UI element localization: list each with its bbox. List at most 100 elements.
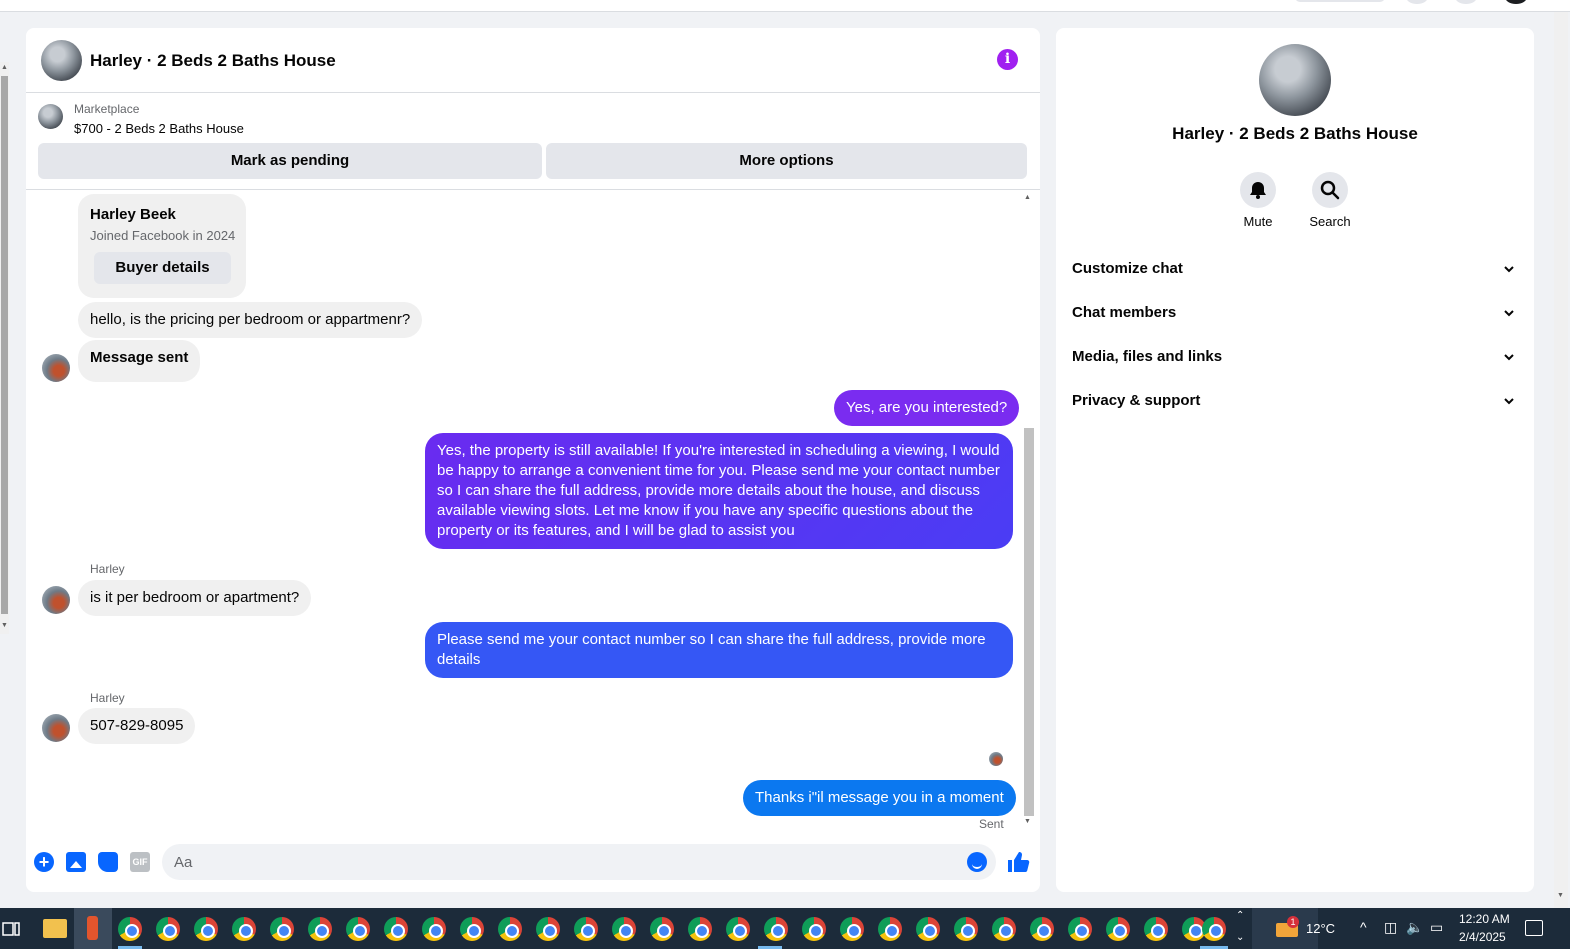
chrome-icon[interactable] [118, 917, 142, 941]
message-bubble-outgoing[interactable]: Please send me your contact number so I … [425, 622, 1013, 678]
chrome-icon[interactable] [232, 917, 256, 941]
chrome-icon[interactable] [1106, 917, 1130, 941]
file-explorer-icon[interactable] [43, 919, 67, 938]
listing-thumbnail[interactable] [38, 104, 63, 129]
listing-title[interactable]: $700 - 2 Beds 2 Baths House [74, 121, 244, 136]
buyer-details-button[interactable]: Buyer details [94, 252, 231, 284]
page-scrollbar-thumb[interactable] [1, 76, 8, 614]
chrome-icon[interactable] [498, 917, 522, 941]
clock-date[interactable]: 2/4/2025 [1459, 930, 1506, 944]
bell-icon[interactable] [1240, 172, 1276, 208]
accordion-privacy-support[interactable]: Privacy & support [1072, 386, 1518, 418]
chrome-icon[interactable] [574, 917, 598, 941]
message-bubble-outgoing[interactable]: Yes, the property is still available! If… [425, 433, 1013, 549]
emoji-icon[interactable] [967, 852, 987, 872]
chrome-icon[interactable] [688, 917, 712, 941]
mute-action[interactable]: Mute [1228, 172, 1288, 229]
chrome-icon[interactable] [270, 917, 294, 941]
message-bubble-incoming[interactable]: Message sent [78, 340, 201, 382]
mark-as-pending-button[interactable]: Mark as pending [38, 143, 542, 179]
message-input[interactable] [162, 844, 996, 880]
right-scrollbar[interactable]: ▼ [1554, 12, 1568, 908]
messages-scrollbar[interactable]: ▲ ▼ [1023, 194, 1035, 830]
taskbar-scroll-down-icon[interactable]: ⌄ [1236, 932, 1244, 943]
search-icon[interactable] [1312, 172, 1348, 208]
message-bubble-outgoing[interactable]: Yes, are you interested? [834, 390, 1020, 426]
photo-icon[interactable] [66, 852, 86, 872]
accordion-media-files-links[interactable]: Media, files and links [1072, 342, 1518, 374]
chrome-icon[interactable] [878, 917, 902, 941]
chrome-icon[interactable] [650, 917, 674, 941]
top-messenger-icon[interactable] [1455, 0, 1477, 4]
chrome-icon[interactable] [346, 917, 370, 941]
message-bubble-outgoing[interactable]: Thanks i"il message you in a moment [743, 780, 1016, 816]
buyer-name: Harley Beek [90, 206, 176, 223]
search-action[interactable]: Search [1300, 172, 1360, 229]
sent-status: Sent [979, 817, 1004, 831]
chrome-icon[interactable] [460, 917, 484, 941]
plus-icon[interactable]: + [34, 852, 54, 872]
app-icon [87, 916, 98, 940]
chrome-icon[interactable] [840, 917, 864, 941]
more-options-button[interactable]: More options [546, 143, 1027, 179]
taskbar: ⌃ ⌄ 1 12°C ^ ◫ 🔈 ▭ 12:20 AM 2/4/2025 [0, 908, 1570, 949]
chrome-icon[interactable] [802, 917, 826, 941]
task-view-icon[interactable] [2, 920, 20, 938]
scroll-down-icon[interactable]: ▼ [1, 622, 8, 630]
chrome-icon[interactable] [954, 917, 978, 941]
chrome-icon[interactable] [726, 917, 750, 941]
sender-avatar[interactable] [42, 714, 70, 742]
chrome-icon[interactable] [308, 917, 332, 941]
network-icon[interactable]: ▭ [1430, 919, 1443, 936]
chrome-icon[interactable] [1202, 917, 1226, 941]
seen-avatar [989, 752, 1003, 766]
accordion-customize-chat[interactable]: Customize chat [1072, 254, 1518, 286]
chrome-icon[interactable] [194, 917, 218, 941]
chrome-icon[interactable] [536, 917, 560, 941]
taskbar-scroll-up-icon[interactable]: ⌃ [1236, 910, 1244, 921]
marketplace-label: Marketplace [74, 102, 140, 116]
top-search-pill[interactable] [1295, 0, 1385, 2]
message-bubble-incoming[interactable]: 507-829-8095 [78, 708, 196, 744]
accordion-label: Chat members [1072, 304, 1177, 321]
top-profile-avatar[interactable] [1505, 0, 1527, 4]
top-menu-icon[interactable] [1406, 0, 1428, 4]
conversation-title[interactable]: Harley · 2 Beds 2 Baths House [90, 51, 336, 71]
accordion-chat-members[interactable]: Chat members [1072, 298, 1518, 330]
gif-icon[interactable]: GIF [130, 852, 150, 872]
messages-scrollbar-thumb[interactable] [1024, 428, 1034, 816]
page-scrollbar[interactable]: ▲ ▼ [0, 62, 9, 634]
chrome-icon[interactable] [992, 917, 1016, 941]
conversation-avatar[interactable] [41, 40, 82, 81]
meet-now-icon[interactable]: ◫ [1384, 919, 1397, 936]
scroll-up-icon[interactable]: ▲ [1024, 194, 1031, 201]
chrome-icon[interactable] [612, 917, 636, 941]
tray-chevron-icon[interactable]: ^ [1360, 919, 1367, 935]
scroll-down-icon[interactable]: ▼ [1024, 818, 1031, 825]
chrome-icon[interactable] [1068, 917, 1092, 941]
active-app-tile[interactable] [74, 908, 112, 949]
notification-icon[interactable] [1525, 920, 1543, 936]
scroll-down-icon[interactable]: ▼ [1557, 892, 1564, 899]
thumbs-up-icon[interactable] [1006, 850, 1030, 874]
message-bubble-incoming[interactable]: hello, is the pricing per bedroom or app… [78, 302, 423, 338]
scroll-up-icon[interactable]: ▲ [1, 64, 8, 72]
info-icon[interactable]: i [997, 49, 1018, 70]
chrome-icon[interactable] [916, 917, 940, 941]
chrome-icon[interactable] [1144, 917, 1168, 941]
message-list[interactable]: Harley Beek Joined Facebook in 2024 Buye… [26, 190, 1040, 832]
volume-icon[interactable]: 🔈 [1406, 919, 1423, 936]
accordion-label: Customize chat [1072, 260, 1183, 277]
chrome-icon[interactable] [156, 917, 180, 941]
chrome-icon[interactable] [422, 917, 446, 941]
sender-avatar[interactable] [42, 354, 70, 382]
message-bubble-incoming[interactable]: is it per bedroom or apartment? [78, 580, 312, 616]
chrome-icon[interactable] [384, 917, 408, 941]
clock-time[interactable]: 12:20 AM [1459, 912, 1510, 926]
info-avatar[interactable] [1259, 44, 1331, 116]
chevron-down-icon [1504, 354, 1514, 361]
chrome-icon[interactable] [1030, 917, 1054, 941]
chrome-icon[interactable] [764, 917, 788, 941]
sticker-icon[interactable] [98, 852, 118, 872]
sender-avatar[interactable] [42, 586, 70, 614]
